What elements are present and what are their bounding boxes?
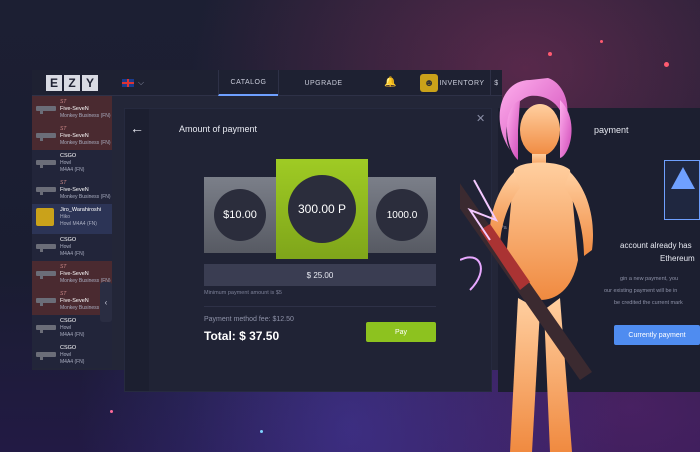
item-sub: Howl — [60, 352, 72, 358]
sidebar-collapse-button[interactable]: ‹ — [100, 282, 112, 322]
uk-flag-icon[interactable] — [122, 78, 134, 87]
pay-button[interactable]: Pay — [366, 322, 436, 342]
item-name: Five-SeveN — [60, 133, 89, 139]
amount-input[interactable]: $ 25.00 — [204, 264, 436, 286]
chevron-down-icon[interactable]: ⌵ — [138, 78, 144, 88]
bell-icon[interactable]: 🔔 — [384, 77, 396, 88]
item-name: Five-SeveN — [60, 187, 89, 193]
divider — [204, 306, 436, 307]
amount-value: $ 25.00 — [306, 270, 334, 280]
item-name: CSGO — [60, 345, 77, 351]
list-item[interactable]: ST Five-SeveN Monkey Business (FN) — [32, 96, 112, 123]
list-item[interactable]: CSGO Howl M4A4 (FN) — [32, 150, 112, 177]
stattrak-badge: ST — [60, 264, 67, 270]
item-sub: Monkey Business (FN) — [60, 194, 111, 200]
ethereum-icon — [664, 160, 700, 220]
gun-icon — [36, 325, 56, 333]
spark-decoration — [600, 40, 603, 43]
list-item[interactable]: ST Five-SeveN Monkey Business (FN) — [32, 123, 112, 150]
list-item[interactable]: Jiro_Warahiroshi Hiko Howl M4A4 (FN) — [32, 204, 112, 234]
modal-title: Amount of payment — [179, 124, 258, 134]
gun-icon — [36, 133, 56, 141]
gun-icon — [36, 106, 56, 114]
list-item[interactable]: ST Five-SeveN Monkey Business (FN) — [32, 177, 112, 204]
character-illustration — [460, 78, 594, 452]
item-sub2: M4A4 (FN) — [60, 251, 85, 257]
top-bar: E Z Y ⌵ CATALOG UPGRADE 🔔 ☻ INVENTORY $ — [32, 70, 502, 96]
item-name: Five-SeveN — [60, 106, 89, 112]
stattrak-badge: ST — [60, 126, 67, 132]
item-sub2: M4A4 (FN) — [60, 167, 85, 173]
logo-letter: Y — [82, 74, 98, 91]
amount-card-1000[interactable]: 1000.0 — [368, 177, 436, 253]
spark-decoration — [548, 52, 552, 56]
gun-icon — [36, 271, 56, 279]
spark-decoration — [110, 410, 113, 413]
list-item[interactable]: CSGO Howl M4A4 (FN) — [32, 234, 112, 261]
item-sub: Howl — [60, 160, 72, 166]
stattrak-badge: ST — [60, 99, 67, 105]
gun-icon — [36, 160, 56, 168]
right-panel-line2: Ethereum — [660, 254, 695, 263]
tab-upgrade[interactable]: UPGRADE — [278, 70, 368, 96]
logo[interactable]: E Z Y — [46, 74, 98, 91]
item-sub: Hiko — [60, 214, 71, 220]
amount-card-10[interactable]: $10.00 — [204, 177, 276, 253]
item-name: CSGO — [60, 237, 77, 243]
spark-decoration — [664, 62, 669, 67]
tab-label: UPGRADE — [304, 79, 343, 87]
amount-card-value: $10.00 — [223, 209, 257, 221]
tab-catalog[interactable]: CATALOG — [218, 70, 278, 96]
item-sub: Howl — [60, 244, 72, 250]
gun-icon — [36, 187, 56, 195]
gun-icon — [36, 298, 56, 306]
avatar — [36, 208, 54, 226]
tab-label: CATALOG — [230, 78, 267, 86]
item-sub2: Howl M4A4 (FN) — [60, 221, 97, 227]
logo-letter: E — [46, 74, 62, 91]
item-name: Five-SeveN — [60, 271, 89, 277]
logo-letter: Z — [64, 74, 80, 91]
method-fee: Payment method fee: $12.50 — [204, 316, 294, 323]
min-amount-note: Minimum payment amount is $5 — [204, 290, 282, 296]
item-sub: Monkey Business (FN) — [60, 140, 111, 146]
gun-icon — [36, 352, 56, 360]
amount-card-value: 1000.0 — [386, 209, 418, 221]
item-name: Jiro_Warahiroshi — [60, 207, 102, 213]
inventory-avatar-icon[interactable]: ☻ — [420, 74, 438, 92]
item-sub2: M4A4 (FN) — [60, 332, 85, 338]
pay-label: Pay — [394, 328, 408, 336]
item-sub: Howl — [60, 325, 72, 331]
amount-card-value: 300.00 P — [297, 202, 347, 216]
item-sub2: M4A4 (FN) — [60, 359, 85, 365]
gun-icon — [36, 244, 56, 252]
stattrak-badge: ST — [60, 180, 67, 186]
spark-decoration — [260, 430, 263, 433]
back-arrow-icon[interactable]: ← — [130, 120, 144, 136]
total-amount: Total: $ 37.50 — [204, 329, 280, 343]
list-item[interactable]: CSGO Howl M4A4 (FN) — [32, 342, 112, 369]
amount-card-300[interactable]: 300.00 P — [276, 159, 368, 259]
item-name: CSGO — [60, 153, 77, 159]
item-sub: Monkey Business (FN) — [60, 113, 111, 119]
